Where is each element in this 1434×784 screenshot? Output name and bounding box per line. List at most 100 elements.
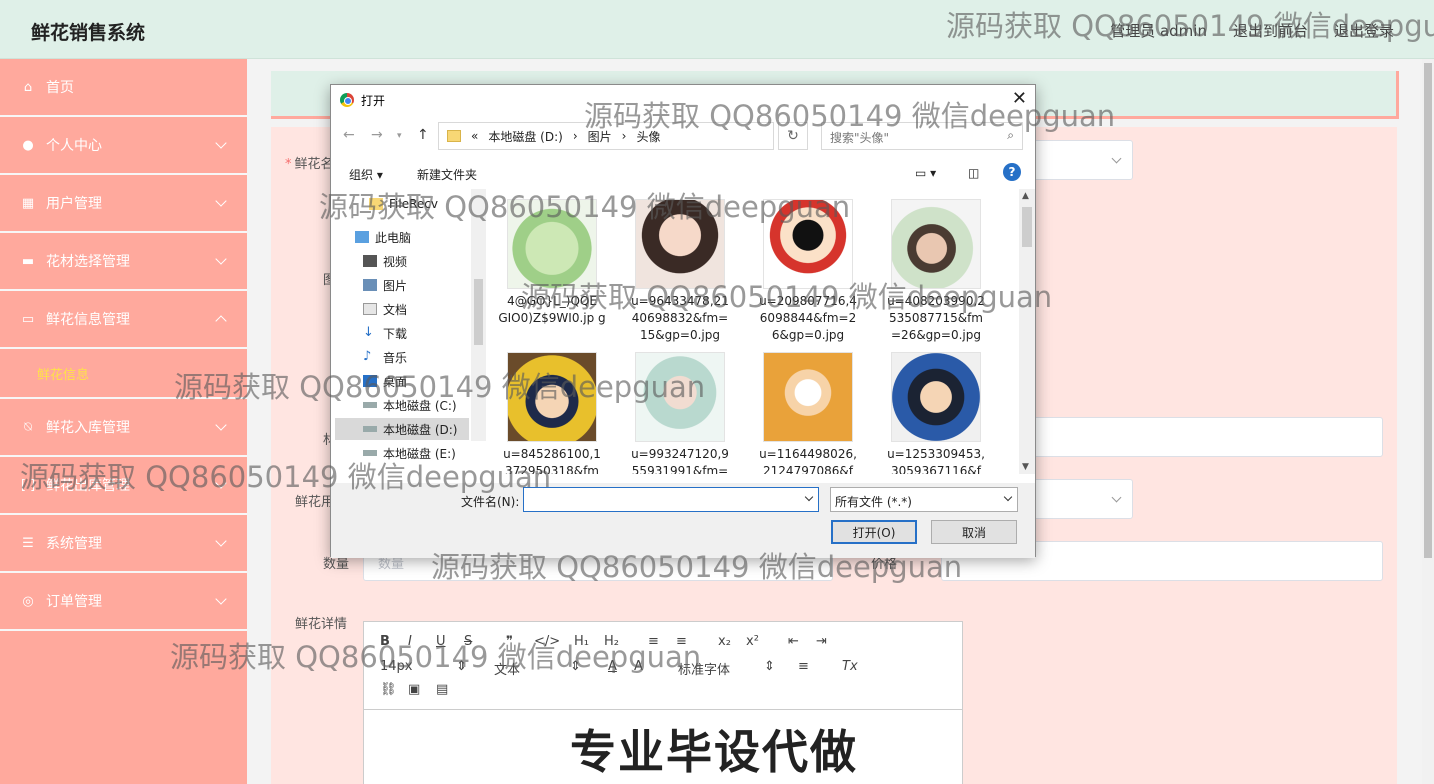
background-color-icon[interactable]: A [634, 659, 643, 674]
nav-item-pictures[interactable]: 图片 [363, 274, 407, 296]
nav-item-documents[interactable]: 文档 [363, 298, 407, 320]
logout-link[interactable]: 退出登录 [1334, 20, 1394, 41]
sidebar-item-orders[interactable]: ◎ 订单管理 [0, 573, 247, 631]
sidebar-item-label: 花材选择管理 [46, 254, 130, 270]
outdent-icon[interactable]: ⇤ [788, 634, 799, 649]
command-bar: 组织 ▾ 新建文件夹 ▭ ▾ ◫ ? [331, 161, 1035, 185]
chevron-down-icon[interactable] [804, 492, 814, 502]
indent-icon[interactable]: ⇥ [816, 634, 827, 649]
nav-item-videos[interactable]: 视频 [363, 250, 407, 272]
nav-item-downloads[interactable]: ↓ 下载 [363, 322, 407, 344]
refresh-button[interactable]: ↻ [778, 122, 808, 150]
filetype-select[interactable]: 所有文件 (*.*) [830, 487, 1018, 512]
editor-toolbar: B I U S ❞ </> H₁ H₂ ≡ ≡ x₂ x² ⇤ ⇥ 14px ⇕… [364, 622, 962, 710]
file-item[interactable]: 4@GO}L_)QQE GIO0)Z$9WI0.jp g [497, 199, 607, 327]
sidebar-item-users[interactable]: ▦ 用户管理 [0, 175, 247, 233]
up-arrow-icon[interactable]: ↑ [417, 127, 429, 143]
video-icon[interactable]: ▤ [436, 682, 448, 697]
nav-pane-scrollbar-thumb[interactable] [474, 279, 483, 345]
file-list-scrollbar-thumb[interactable] [1022, 207, 1032, 247]
address-bar[interactable]: « 本地磁盘 (D:) › 图片 › 头像 [438, 122, 774, 150]
help-icon[interactable]: ? [1003, 163, 1021, 181]
file-item[interactable]: u=408203990,2 535087715&fm =26&gp=0.jpg [881, 199, 991, 344]
image-icon[interactable]: ▣ [408, 682, 420, 697]
file-item[interactable]: u=845286100,1 372950318&fm [497, 352, 607, 474]
bullet-list-icon[interactable]: ≡ [676, 634, 687, 649]
sidebar-item-home[interactable]: ⌂ 首页 [0, 59, 247, 117]
strike-icon[interactable]: S [464, 634, 472, 649]
close-icon[interactable]: ✕ [1012, 88, 1027, 109]
bold-icon[interactable]: B [380, 634, 390, 649]
font-family-select[interactable]: 标准字体 [678, 659, 730, 678]
heading2-icon[interactable]: H₂ [604, 634, 619, 649]
organize-button[interactable]: 组织 ▾ [349, 166, 383, 183]
nav-pane-scrollbar[interactable] [471, 189, 486, 441]
sidebar-item-label: 用户管理 [46, 196, 102, 212]
new-folder-button[interactable]: 新建文件夹 [417, 166, 477, 183]
file-item[interactable]: u=96433478,21 40698832&fm= 15&gp=0.jpg [625, 199, 735, 344]
nav-item-filerecv[interactable]: FileRecv [369, 193, 438, 215]
sidebar-item-system[interactable]: ☰ 系统管理 [0, 515, 247, 573]
sidebar-item-stock-out[interactable]: [ ] 鲜花出库管理 [0, 457, 247, 515]
path-segment-drive[interactable]: 本地磁盘 (D:) [488, 128, 562, 145]
chevron-down-icon [215, 137, 227, 149]
superscript-icon[interactable]: x² [746, 634, 759, 649]
drive-icon [363, 426, 377, 432]
page-scrollbar-thumb[interactable] [1424, 63, 1432, 558]
cancel-button[interactable]: 取消 [931, 520, 1017, 544]
path-segment-avatar[interactable]: 头像 [636, 128, 660, 145]
sidebar-item-profile[interactable]: ● 个人中心 [0, 117, 247, 175]
quote-icon[interactable]: ❞ [506, 634, 513, 649]
desktop-icon [363, 375, 377, 387]
sidebar-subitem-flower-info[interactable]: 鲜花信息 [0, 349, 247, 399]
nav-item-drive-e[interactable]: 本地磁盘 (E:) [363, 442, 456, 464]
text-color-icon[interactable]: A [608, 659, 617, 674]
nav-item-music[interactable]: ♪ 音乐 [363, 346, 407, 368]
underline-icon[interactable]: U [436, 634, 446, 649]
chevron-updown-icon: ⇕ [456, 659, 467, 674]
chevron-down-icon [1111, 153, 1122, 164]
sidebar-item-materials[interactable]: ▬ 花材选择管理 [0, 233, 247, 291]
sliders-icon: ☰ [22, 535, 34, 551]
view-options-icon[interactable]: ▭ ▾ [915, 166, 936, 180]
scroll-up-icon[interactable]: ▲ [1022, 191, 1029, 201]
back-to-frontend-link[interactable]: 退出到前台 [1233, 20, 1308, 41]
forward-arrow-icon[interactable]: → [371, 127, 383, 143]
ordered-list-icon[interactable]: ≡ [648, 634, 659, 649]
open-button[interactable]: 打开(O) [831, 520, 917, 544]
heading1-icon[interactable]: H₁ [574, 634, 589, 649]
sidebar-item-flower-info[interactable]: ▭ 鲜花信息管理 [0, 291, 247, 349]
page-scrollbar[interactable] [1422, 59, 1434, 784]
file-item[interactable]: u=993247120,9 55931991&fm= [625, 352, 735, 474]
rich-text-editor[interactable]: B I U S ❞ </> H₁ H₂ ≡ ≡ x₂ x² ⇤ ⇥ 14px ⇕… [363, 621, 963, 784]
header-links: 管理员 admin 退出到前台 退出登录 [1110, 20, 1394, 41]
font-size-select[interactable]: 14px [380, 659, 413, 674]
path-segment-pictures[interactable]: 图片 [588, 128, 612, 145]
history-chevron-icon[interactable]: ▾ [397, 131, 402, 141]
sidebar-item-label: 鲜花出库管理 [46, 478, 130, 494]
code-icon[interactable]: </> [534, 634, 560, 649]
grid-icon: ▦ [21, 195, 35, 211]
format-select[interactable]: 文本 [494, 659, 520, 678]
subscript-icon[interactable]: x₂ [718, 634, 731, 649]
nav-item-drive-c[interactable]: 本地磁盘 (C:) [363, 394, 457, 416]
nav-item-this-pc[interactable]: 此电脑 [355, 226, 411, 248]
preview-pane-icon[interactable]: ◫ [968, 166, 979, 180]
filename-input[interactable] [523, 487, 819, 512]
file-list-scrollbar[interactable]: ▲ ▼ [1019, 189, 1035, 474]
search-input[interactable]: 搜索"头像" ⌕ [821, 122, 1023, 150]
file-item[interactable]: u=1164498026, 2124797086&f [753, 352, 863, 474]
file-item[interactable]: u=209807716,4 6098844&fm=2 6&gp=0.jpg [753, 199, 863, 344]
back-arrow-icon[interactable]: ← [343, 127, 355, 143]
file-item[interactable]: u=1253309453, 3059367116&f [881, 352, 991, 474]
clear-format-icon[interactable]: Tx [842, 659, 858, 674]
align-icon[interactable]: ≡ [798, 659, 809, 674]
link-icon[interactable]: ⛓ [380, 682, 397, 697]
document-icon [363, 303, 377, 315]
file-thumbnail [507, 352, 597, 442]
nav-item-desktop[interactable]: 桌面 [363, 370, 407, 392]
italic-icon[interactable]: I [408, 634, 412, 649]
sidebar-item-stock-in[interactable]: ⍉ 鲜花入库管理 [0, 399, 247, 457]
scroll-down-icon[interactable]: ▼ [1022, 462, 1029, 472]
nav-item-drive-d[interactable]: 本地磁盘 (D:) [335, 418, 469, 440]
